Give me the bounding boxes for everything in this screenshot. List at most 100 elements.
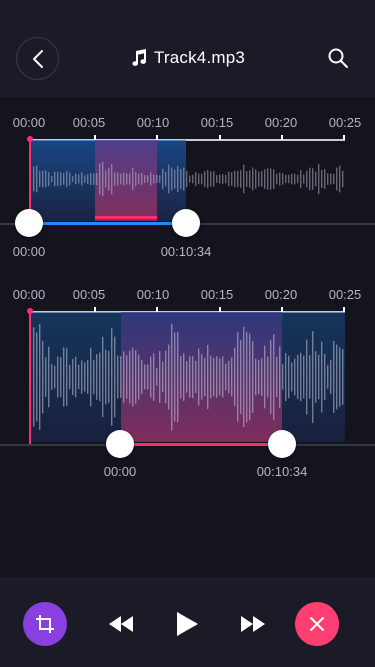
wave-bar (306, 339, 308, 415)
wave-bar (189, 356, 191, 398)
wave-bar (201, 354, 203, 400)
wave-bar (168, 344, 170, 410)
wave-bar (90, 347, 92, 407)
crop-button[interactable] (23, 602, 67, 646)
selection-range-2 (120, 443, 282, 446)
wave-bar (66, 348, 68, 406)
wave-bar (57, 356, 59, 398)
wave-bar (159, 351, 161, 403)
wave-bar (267, 356, 269, 398)
wave-bar (303, 355, 305, 399)
wave-bar (237, 332, 239, 422)
wave-bar (312, 331, 314, 423)
wave-bar (336, 344, 338, 410)
wave-bar (309, 355, 311, 399)
wave-bar (282, 364, 284, 390)
wave-bar (78, 364, 80, 390)
wave-bar (240, 340, 242, 414)
wave-bar (171, 323, 173, 431)
wave-bar (297, 354, 299, 400)
track-title: Track4.mp3 (153, 48, 246, 67)
wave-bar (141, 359, 143, 395)
fast-forward-icon (241, 616, 265, 632)
wave-bar (45, 357, 47, 397)
wave-bar (294, 358, 296, 396)
wave-bar (231, 357, 233, 397)
wave-bar (150, 356, 152, 398)
wave-bar (186, 361, 188, 393)
fast-forward-button[interactable] (239, 614, 267, 634)
wave-bar (210, 355, 212, 399)
crop-icon (36, 615, 54, 633)
wave-bar (315, 351, 317, 403)
wave-bar (222, 356, 224, 398)
wave-bar (75, 356, 77, 398)
wave-bar (72, 358, 74, 396)
wave-bar (327, 365, 329, 389)
play-button[interactable] (173, 610, 201, 638)
wave-bar (138, 354, 140, 400)
end-handle-2[interactable] (268, 430, 296, 458)
title-group: Track4.mp3 (0, 48, 375, 68)
search-button[interactable] (326, 46, 350, 70)
wave-bar (132, 347, 134, 407)
wave-bar (51, 364, 53, 390)
wave-bar (156, 368, 158, 386)
wave-bar (105, 349, 107, 405)
wave-bar (249, 333, 251, 421)
rewind-button[interactable] (107, 614, 135, 634)
wave-bar (195, 360, 197, 394)
wave-bar (279, 346, 281, 408)
wave-bar (183, 353, 185, 401)
wave-bar (207, 344, 209, 410)
wave-bar (60, 356, 62, 398)
wave-bar (198, 348, 200, 406)
playhead-2[interactable] (29, 311, 31, 444)
wave-bar (177, 331, 179, 423)
wave-bar (330, 359, 332, 395)
wave-bar (252, 341, 254, 413)
wave-bar (114, 336, 116, 418)
wave-bar (261, 358, 263, 396)
wave-bar (180, 355, 182, 399)
start-handle-2[interactable] (106, 430, 134, 458)
wave-bar (165, 350, 167, 404)
wave-bar (243, 326, 245, 428)
wave-bar (63, 347, 65, 407)
wave-bar (126, 355, 128, 399)
app-header: Track4.mp3 (0, 0, 375, 97)
wave-bar (144, 364, 146, 390)
waveform-2[interactable] (0, 97, 375, 457)
wave-bar (129, 350, 131, 404)
wave-bar (42, 340, 44, 414)
playhead-marker (27, 308, 33, 314)
wave-bar (219, 358, 221, 396)
wave-bar (255, 358, 257, 396)
wave-bar (228, 360, 230, 394)
editor-area: 00:00 00:05 00:10 00:15 00:20 00:25 00:0… (0, 97, 375, 578)
wave-bar (264, 345, 266, 409)
wave-bar (288, 355, 290, 399)
wave-bar (174, 332, 176, 422)
close-button[interactable] (295, 602, 339, 646)
wave-bar (54, 365, 56, 389)
wave-bar (162, 361, 164, 393)
wave-bar (246, 331, 248, 423)
play-icon (177, 612, 198, 636)
wave-bar (93, 359, 95, 395)
wave-bar (69, 364, 71, 390)
wave-bar (285, 353, 287, 401)
wave-bar (135, 350, 137, 404)
wave-bar (258, 359, 260, 395)
wave-bar (81, 360, 83, 394)
wave-bar (300, 352, 302, 402)
wave-bar (48, 346, 50, 408)
wave-bar (117, 355, 119, 399)
wave-bar (291, 362, 293, 392)
playback-controls (0, 578, 375, 667)
wave-bar (87, 359, 89, 395)
wave-bar (342, 349, 344, 405)
wave-bar (234, 347, 236, 407)
wave-bar (333, 341, 335, 413)
wave-bar (147, 364, 149, 390)
